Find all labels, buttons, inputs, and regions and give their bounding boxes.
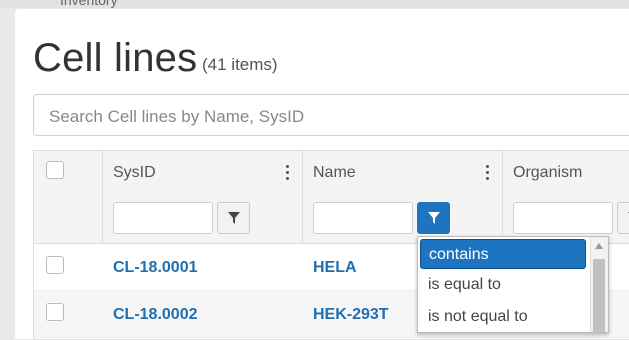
column-header-name[interactable]: Name — [313, 164, 356, 182]
filter-operator-dropdown[interactable]: contains is equal to is not equal to — [417, 236, 609, 334]
organism-filter-button[interactable] — [617, 202, 629, 234]
sysid-filter-button[interactable] — [217, 202, 250, 234]
column-header-organism[interactable]: Organism — [513, 164, 582, 182]
kebab-menu-icon[interactable] — [486, 165, 490, 183]
search-box[interactable]: Search Cell lines by Name, SysID — [33, 94, 629, 136]
name-filter-button[interactable] — [417, 202, 450, 234]
select-all-checkbox[interactable] — [46, 161, 64, 179]
page-title: Cell lines — [33, 36, 198, 80]
column-header-sysid[interactable]: SysID — [113, 164, 156, 182]
breadcrumb[interactable]: Inventory — [60, 0, 118, 8]
filter-icon — [228, 212, 240, 224]
name-link[interactable]: HELA — [313, 259, 357, 277]
dropdown-scrollbar[interactable] — [590, 237, 608, 334]
scroll-up-icon[interactable] — [595, 243, 603, 249]
row-checkbox[interactable] — [46, 303, 64, 321]
row-checkbox[interactable] — [46, 256, 64, 274]
organism-filter-input[interactable] — [513, 202, 613, 234]
top-strip: Inventory — [0, 0, 629, 8]
sysid-link[interactable]: CL-18.0002 — [113, 306, 198, 324]
search-input[interactable]: Search Cell lines by Name, SysID — [49, 107, 304, 127]
scroll-thumb[interactable] — [593, 259, 605, 334]
sysid-link[interactable]: CL-18.0001 — [113, 259, 198, 277]
filter-icon — [428, 212, 440, 224]
filter-option-contains[interactable]: contains — [420, 239, 586, 269]
name-link[interactable]: HEK-293T — [313, 306, 389, 324]
kebab-menu-icon[interactable] — [286, 165, 290, 183]
sysid-filter-input[interactable] — [113, 202, 213, 234]
filter-option-is-equal-to[interactable]: is equal to — [420, 270, 586, 300]
item-count: (41 items) — [202, 55, 278, 74]
name-filter-input[interactable] — [313, 202, 413, 234]
